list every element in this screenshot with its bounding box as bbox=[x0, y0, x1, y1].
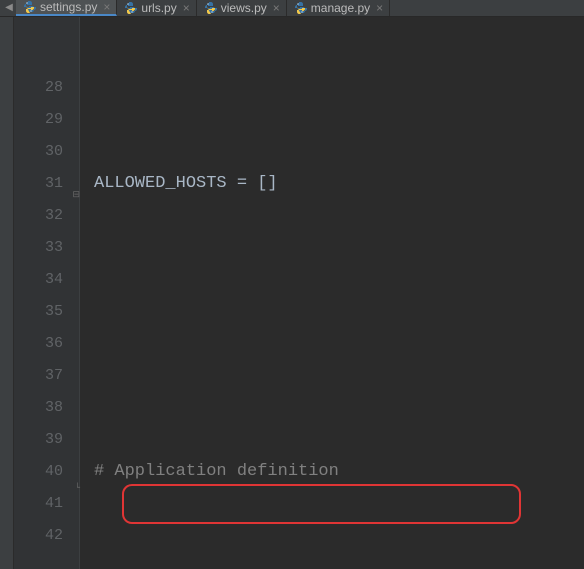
editor: 282930313233343536373839404142 ⊟ └ ALLOW… bbox=[0, 17, 584, 569]
line-number[interactable]: 29 bbox=[14, 104, 63, 136]
line-number[interactable]: 30 bbox=[14, 136, 63, 168]
line-number[interactable]: 32 bbox=[14, 200, 63, 232]
line-number[interactable]: 42 bbox=[14, 520, 63, 552]
line-number[interactable]: 33 bbox=[14, 232, 63, 264]
fold-end-icon: └ bbox=[70, 472, 80, 482]
close-icon[interactable]: × bbox=[183, 2, 190, 14]
breakpoint-strip[interactable] bbox=[0, 17, 14, 569]
code-area[interactable]: ALLOWED_HOSTS = [] # Application definit… bbox=[80, 17, 584, 569]
line-number-gutter[interactable]: 282930313233343536373839404142 ⊟ └ bbox=[14, 17, 80, 569]
line-number[interactable]: 31 bbox=[14, 168, 63, 200]
line-number[interactable]: 35 bbox=[14, 296, 63, 328]
line-number[interactable]: 37 bbox=[14, 360, 63, 392]
tab-label: manage.py bbox=[311, 1, 370, 15]
code-line bbox=[80, 360, 584, 392]
line-number[interactable]: 41 bbox=[14, 488, 63, 520]
line-number[interactable]: 36 bbox=[14, 328, 63, 360]
line-number[interactable]: 38 bbox=[14, 392, 63, 424]
fold-toggle-icon[interactable]: ⊟ bbox=[70, 179, 80, 189]
line-number[interactable]: 39 bbox=[14, 424, 63, 456]
tab-views-py[interactable]: views.py × bbox=[197, 0, 287, 16]
close-icon[interactable]: × bbox=[376, 2, 383, 14]
code-line: ALLOWED_HOSTS = [] bbox=[80, 168, 584, 200]
tab-scroll-left[interactable]: ◀ bbox=[2, 0, 16, 16]
tab-manage-py[interactable]: manage.py × bbox=[287, 0, 390, 16]
close-icon[interactable]: × bbox=[103, 1, 110, 13]
line-number[interactable]: 40 bbox=[14, 456, 63, 488]
tab-label: settings.py bbox=[40, 0, 97, 14]
tab-settings-py[interactable]: settings.py × bbox=[16, 0, 117, 16]
python-file-icon bbox=[22, 0, 36, 14]
python-file-icon bbox=[203, 1, 217, 15]
code-line bbox=[80, 264, 584, 296]
tab-label: views.py bbox=[221, 1, 267, 15]
tab-bar: ◀ settings.py×urls.py×views.py×manage.py… bbox=[0, 0, 584, 17]
close-icon[interactable]: × bbox=[273, 2, 280, 14]
line-number[interactable]: 28 bbox=[14, 72, 63, 104]
python-file-icon bbox=[123, 1, 137, 15]
code-line bbox=[80, 552, 584, 569]
code-line: # Application definition bbox=[80, 456, 584, 488]
tab-urls-py[interactable]: urls.py × bbox=[117, 0, 196, 16]
line-number[interactable]: 34 bbox=[14, 264, 63, 296]
annotation-box bbox=[122, 484, 521, 524]
python-file-icon bbox=[293, 1, 307, 15]
tab-label: urls.py bbox=[141, 1, 176, 15]
